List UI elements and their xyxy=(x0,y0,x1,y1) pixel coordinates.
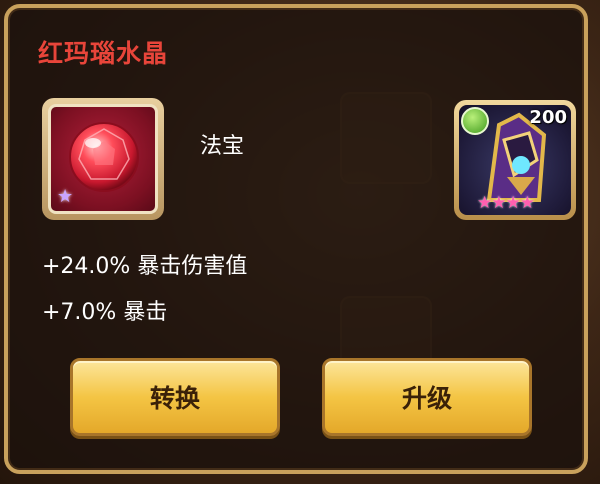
rarity-star-icon: ★ xyxy=(57,186,74,207)
item-name: 红玛瑙水晶 xyxy=(38,39,169,68)
item-tooltip-panel: 红玛瑙水晶 ★ 法宝 200 ★★★★ +24.0% 暴击伤害值 +7.0% 暴… xyxy=(4,4,588,474)
convert-button[interactable]: 转换 xyxy=(70,358,280,436)
leaf-element-icon xyxy=(461,107,489,135)
red-gem-icon: ★ xyxy=(48,104,158,214)
stat-line: +7.0% 暴击 xyxy=(42,300,168,325)
hero-stars-icon: ★★★★ xyxy=(477,193,535,213)
upgrade-button[interactable]: 升级 xyxy=(322,358,532,436)
hero-portrait-icon: 200 ★★★★ xyxy=(459,105,571,215)
item-icon-frame[interactable]: ★ xyxy=(42,98,164,220)
hero-level: 200 xyxy=(529,107,567,128)
stat-line: +24.0% 暴击伤害值 xyxy=(42,254,248,279)
equipped-hero-portrait[interactable]: 200 ★★★★ xyxy=(454,100,576,220)
item-category: 法宝 xyxy=(200,134,245,159)
